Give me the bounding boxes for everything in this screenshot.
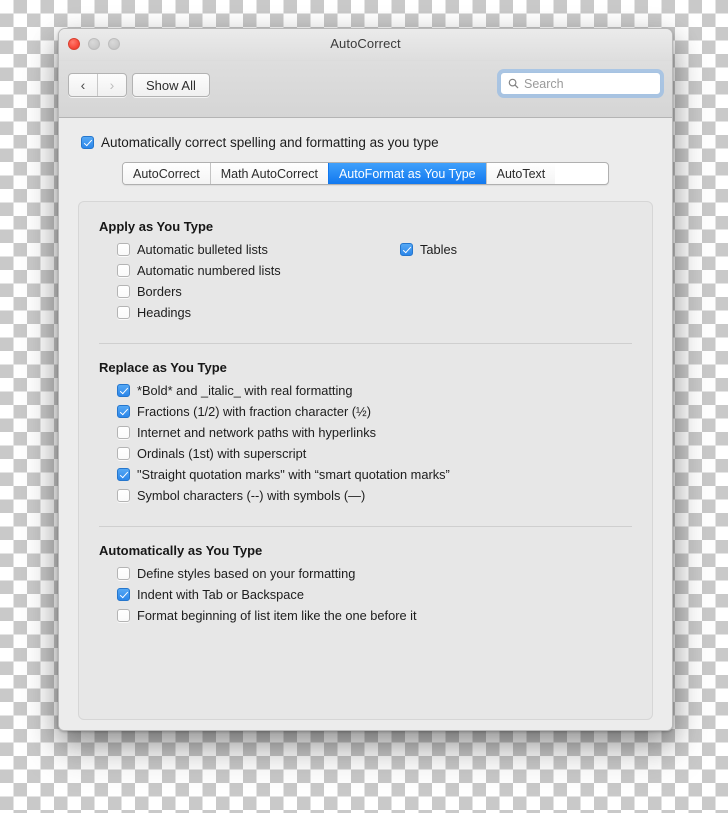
- tab-autotext[interactable]: AutoText: [485, 163, 556, 184]
- checkbox[interactable]: [117, 405, 130, 418]
- forward-button[interactable]: ›: [97, 74, 126, 96]
- option-fractions[interactable]: Fractions (1/2) with fraction character …: [99, 404, 632, 419]
- option-column-left: Define styles based on your formatting I…: [99, 566, 632, 629]
- option-symbol-characters[interactable]: Symbol characters (--) with symbols (—): [99, 488, 632, 503]
- navigation-segmented-control: ‹ ›: [68, 73, 127, 97]
- checkbox[interactable]: [117, 384, 130, 397]
- option-label: Format beginning of list item like the o…: [137, 608, 417, 623]
- section-divider: [99, 526, 632, 527]
- search-icon: [508, 78, 519, 89]
- section-automatically-as-you-type: Automatically as You Type Define styles …: [99, 543, 632, 629]
- option-headings[interactable]: Headings: [99, 305, 382, 320]
- tab-bar: AutoCorrect Math AutoCorrect AutoFormat …: [122, 162, 609, 185]
- tab-autoformat-as-you-type[interactable]: AutoFormat as You Type: [327, 163, 486, 184]
- option-label: Ordinals (1st) with superscript: [137, 446, 307, 461]
- show-all-button[interactable]: Show All: [132, 73, 210, 97]
- master-autocorrect-label: Automatically correct spelling and forma…: [101, 135, 439, 150]
- window-toolbar: ‹ › Show All: [59, 61, 672, 118]
- option-label: Fractions (1/2) with fraction character …: [137, 404, 371, 419]
- checkbox[interactable]: [117, 468, 130, 481]
- option-label: Automatic bulleted lists: [137, 242, 268, 257]
- section-replace-as-you-type: Replace as You Type *Bold* and _italic_ …: [99, 360, 632, 509]
- checkbox[interactable]: [117, 567, 130, 580]
- option-label: Internet and network paths with hyperlin…: [137, 425, 377, 440]
- back-button[interactable]: ‹: [69, 74, 97, 96]
- option-bold-italic-formatting[interactable]: *Bold* and _italic_ with real formatting: [99, 383, 632, 398]
- option-label: Borders: [137, 284, 182, 299]
- checkbox[interactable]: [117, 489, 130, 502]
- section-apply-as-you-type: Apply as You Type Automatic bulleted lis…: [99, 219, 632, 326]
- option-internet-paths-hyperlinks[interactable]: Internet and network paths with hyperlin…: [99, 425, 632, 440]
- option-define-styles[interactable]: Define styles based on your formatting: [99, 566, 632, 581]
- option-column-left: Automatic bulleted lists Automatic numbe…: [99, 242, 382, 326]
- window-titlebar: AutoCorrect: [59, 29, 672, 61]
- option-column-left: *Bold* and _italic_ with real formatting…: [99, 383, 632, 509]
- checkbox[interactable]: [117, 609, 130, 622]
- option-indent-with-tab[interactable]: Indent with Tab or Backspace: [99, 587, 632, 602]
- checkbox[interactable]: [117, 243, 130, 256]
- checkbox[interactable]: [117, 285, 130, 298]
- master-autocorrect-row[interactable]: Automatically correct spelling and forma…: [59, 118, 672, 150]
- option-smart-quotation-marks[interactable]: "Straight quotation marks" with “smart q…: [99, 467, 632, 482]
- option-column-right: Tables: [382, 242, 457, 326]
- search-input[interactable]: [524, 76, 649, 91]
- show-all-label: Show All: [146, 77, 196, 93]
- tab-math-autocorrect[interactable]: Math AutoCorrect: [209, 163, 328, 184]
- option-automatic-numbered-lists[interactable]: Automatic numbered lists: [99, 263, 382, 278]
- search-field[interactable]: [500, 72, 661, 95]
- autocorrect-preferences-window: AutoCorrect ‹ › Show All Automatically c…: [58, 28, 673, 731]
- option-label: Tables: [420, 242, 457, 257]
- master-autocorrect-checkbox[interactable]: [81, 136, 94, 149]
- option-grid: Automatic bulleted lists Automatic numbe…: [99, 242, 632, 326]
- option-borders[interactable]: Borders: [99, 284, 382, 299]
- window-title: AutoCorrect: [330, 36, 401, 51]
- option-ordinals-superscript[interactable]: Ordinals (1st) with superscript: [99, 446, 632, 461]
- option-label: "Straight quotation marks" with “smart q…: [137, 467, 450, 482]
- option-automatic-bulleted-lists[interactable]: Automatic bulleted lists: [99, 242, 382, 257]
- option-format-list-item[interactable]: Format beginning of list item like the o…: [99, 608, 632, 623]
- checkbox[interactable]: [117, 447, 130, 460]
- option-label: Indent with Tab or Backspace: [137, 587, 304, 602]
- option-tables[interactable]: Tables: [382, 242, 457, 257]
- option-label: Headings: [137, 305, 192, 320]
- checkbox[interactable]: [117, 588, 130, 601]
- window-content: Automatically correct spelling and forma…: [59, 118, 672, 730]
- section-title: Automatically as You Type: [99, 543, 263, 558]
- option-label: Symbol characters (--) with symbols (—): [137, 488, 366, 503]
- checkbox[interactable]: [117, 426, 130, 439]
- section-title: Apply as You Type: [99, 219, 214, 234]
- option-label: Define styles based on your formatting: [137, 566, 356, 581]
- section-divider: [99, 343, 632, 344]
- settings-panel: Apply as You Type Automatic bulleted lis…: [78, 201, 653, 720]
- section-title: Replace as You Type: [99, 360, 227, 375]
- checkbox[interactable]: [117, 306, 130, 319]
- checkbox[interactable]: [400, 243, 413, 256]
- tab-autocorrect[interactable]: AutoCorrect: [123, 163, 210, 184]
- checkbox[interactable]: [117, 264, 130, 277]
- option-label: Automatic numbered lists: [137, 263, 281, 278]
- option-label: *Bold* and _italic_ with real formatting: [137, 383, 353, 398]
